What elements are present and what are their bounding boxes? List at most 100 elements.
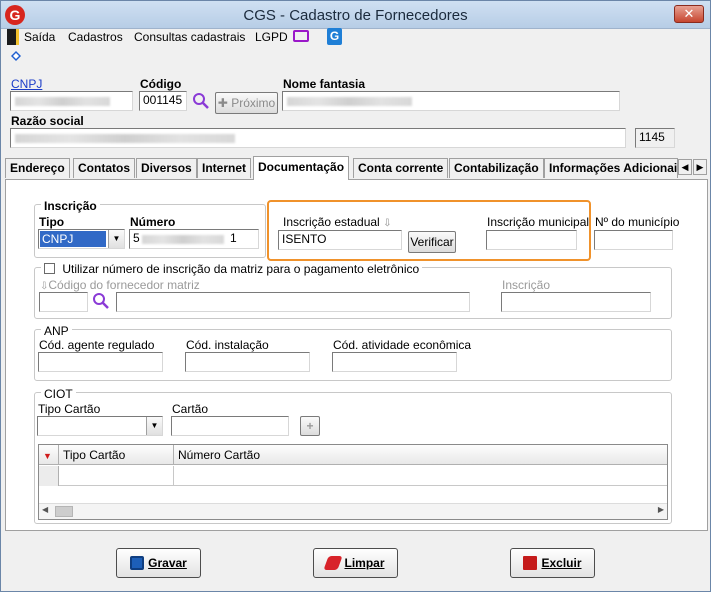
menu-item-consultas[interactable]: Consultas cadastrais — [134, 30, 245, 44]
gravar-button[interactable]: Gravar — [116, 548, 201, 578]
tab-internet[interactable]: Internet — [197, 158, 252, 178]
nome-fantasia-field[interactable] — [282, 91, 620, 111]
menu-item-lgpd[interactable]: LGPD — [255, 30, 288, 44]
down-arrow-icon: ⇩ — [383, 218, 392, 229]
codigo-field[interactable]: 001145 — [139, 91, 187, 111]
add-cartao-button[interactable]: + — [300, 416, 320, 436]
atividade-economica-label: Cód. atividade econômica — [333, 338, 472, 352]
limpar-button[interactable]: Limpar — [313, 548, 398, 578]
razao-social-field[interactable] — [10, 128, 626, 148]
tab-scroll-right-button[interactable]: ▶ — [693, 159, 707, 175]
cartao-label: Cartão — [172, 402, 209, 416]
numero-field[interactable]: 5 1 — [129, 229, 259, 249]
codigo-label: Código — [140, 77, 182, 91]
tab-conta-corrente[interactable]: Conta corrente — [353, 158, 449, 178]
grid-header: ▼ Tipo Cartão Número Cartão — [39, 445, 667, 465]
matriz-checkbox[interactable] — [44, 263, 55, 274]
limpar-label: Limpar — [344, 556, 385, 570]
instalacao-field[interactable] — [185, 352, 310, 372]
blurred-value — [142, 235, 224, 244]
grid-col-numero-cartao[interactable]: Número Cartão — [174, 445, 669, 465]
chevron-down-icon[interactable]: ▼ — [108, 230, 124, 248]
inscricao-municipal-label: Inscrição municipal — [487, 215, 590, 229]
nome-fantasia-label: Nome fantasia — [283, 77, 366, 91]
inscricao-estadual-label: Inscrição estadual ⇩ — [283, 215, 391, 229]
tab-contatos[interactable]: Contatos — [73, 158, 135, 178]
gravar-label: Gravar — [148, 556, 187, 570]
inscricao-group-title: Inscrição — [41, 199, 100, 213]
cnpj-field[interactable] — [10, 91, 133, 111]
num-municipio-field[interactable] — [594, 230, 673, 250]
tab-endereco[interactable]: Endereço — [5, 158, 70, 178]
proximo-button[interactable]: ✚ Próximo — [215, 92, 278, 114]
menu-item-cadastros[interactable]: Cadastros — [68, 30, 123, 44]
trash-icon — [523, 556, 538, 570]
floppy-save-icon — [130, 556, 145, 570]
chevron-down-icon[interactable]: ▼ — [146, 417, 162, 435]
instalacao-label: Cód. instalação — [186, 338, 269, 352]
tab-contabilizacao[interactable]: Contabilização — [449, 158, 544, 178]
nome-fornecedor-matriz-field[interactable] — [116, 292, 470, 312]
exit-door-icon[interactable] — [7, 29, 19, 45]
grid-row-indicator — [39, 466, 59, 486]
agente-regulado-label: Cód. agente regulado — [39, 338, 155, 352]
documentacao-panel: Inscrição Tipo CNPJ ▼ Número 5 1 Inscriç… — [5, 179, 708, 531]
plus-icon: ✚ — [217, 96, 228, 110]
tab-informacoes-adicionais[interactable]: Informações Adicionai — [544, 158, 678, 178]
numero-label: Número — [130, 215, 176, 229]
numero-suffix: 1 — [230, 231, 237, 245]
cnpj-label[interactable]: CNPJ — [11, 77, 42, 91]
matriz-checkbox-label: Utilizar número de inscrição da matriz p… — [62, 262, 420, 276]
atividade-economica-field[interactable] — [332, 352, 457, 372]
codigo-fornecedor-matriz-text: Código do fornecedor matriz — [48, 278, 200, 292]
menu-bar: Saída Cadastros Consultas cadastrais LGP… — [5, 28, 705, 48]
numero-prefix: 5 — [133, 231, 140, 245]
tipo-cartao-select[interactable]: ▼ — [37, 416, 163, 436]
tipo-cartao-label: Tipo Cartão — [38, 402, 101, 416]
inscricao-municipal-field[interactable] — [486, 230, 577, 250]
scroll-left-icon[interactable]: ◀ — [42, 505, 48, 514]
grid-row[interactable] — [39, 466, 667, 486]
num-municipio-label: Nº do município — [595, 215, 680, 229]
close-button[interactable]: ✕ — [674, 5, 704, 23]
tipo-label: Tipo — [39, 215, 65, 229]
codigo-fornecedor-matriz-label: ⇩Código do fornecedor matriz — [40, 278, 200, 292]
window-title: CGS - Cadastro de Fornecedores — [243, 7, 468, 24]
inscricao-estadual-field[interactable]: ISENTO — [278, 230, 402, 250]
scroll-right-icon[interactable]: ▶ — [658, 505, 664, 514]
blurred-value — [287, 97, 412, 106]
grid-cell[interactable] — [59, 466, 174, 486]
matriz-inscricao-field[interactable] — [501, 292, 651, 312]
tab-documentacao[interactable]: Documentação — [253, 156, 350, 180]
title-bar: G CGS - Cadastro de Fornecedores ✕ — [1, 1, 710, 29]
excluir-label: Excluir — [541, 556, 582, 570]
tab-diversos[interactable]: Diversos — [136, 158, 197, 178]
grid-col-tipo-cartao[interactable]: Tipo Cartão — [59, 445, 174, 465]
inscricao-estadual-text: Inscrição estadual — [283, 215, 380, 229]
verificar-button[interactable]: Verificar — [408, 231, 456, 253]
matriz-checkbox-row[interactable]: Utilizar número de inscrição da matriz p… — [41, 262, 423, 276]
search-icon[interactable] — [92, 292, 110, 310]
anp-group-title: ANP — [41, 324, 72, 338]
sort-indicator-icon: ▼ — [43, 451, 52, 461]
blurred-value — [15, 97, 110, 106]
horizontal-scrollbar[interactable]: ◀ ▶ — [39, 503, 667, 519]
main-window: G CGS - Cadastro de Fornecedores ✕ Saída… — [0, 0, 711, 592]
cartoes-grid: ▼ Tipo Cartão Número Cartão ◀ ▶ — [38, 444, 668, 520]
tab-strip: Endereço Contatos Diversos Internet Docu… — [5, 156, 708, 180]
cartao-field[interactable] — [171, 416, 289, 436]
excluir-button[interactable]: Excluir — [510, 548, 595, 578]
tipo-select[interactable]: CNPJ ▼ — [38, 229, 125, 249]
eraser-icon — [323, 556, 344, 570]
g-logo-icon[interactable]: G — [327, 28, 342, 45]
arrows-swap-icon[interactable] — [9, 49, 23, 63]
proximo-label: Próximo — [231, 96, 276, 110]
codigo-fornecedor-matriz-field[interactable] — [39, 292, 88, 312]
id-field: 1145 — [635, 128, 675, 148]
monitor-icon[interactable] — [293, 30, 309, 42]
search-icon[interactable] — [192, 92, 210, 110]
menu-item-saida[interactable]: Saída — [24, 30, 55, 44]
agente-regulado-field[interactable] — [38, 352, 163, 372]
tab-scroll-left-button[interactable]: ◀ — [678, 159, 692, 175]
scrollbar-thumb[interactable] — [55, 506, 73, 517]
